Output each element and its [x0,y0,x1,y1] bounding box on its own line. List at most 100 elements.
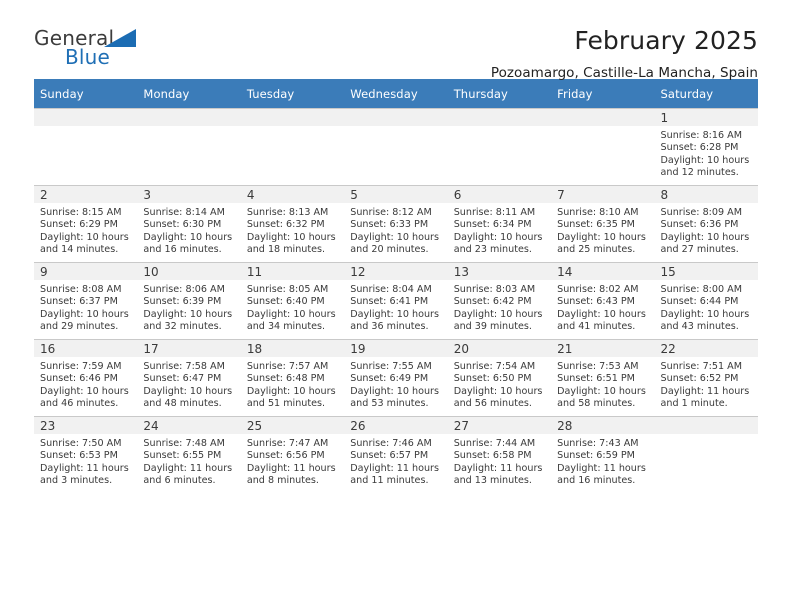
sunrise-text: Sunrise: 8:09 AM [660,207,743,218]
sunset-text: Sunset: 6:40 PM [246,296,325,308]
calendar-day-cell[interactable]: 11 Sunrise: 8:05 AM Sunset: 6:40 PM Dayligh… [240,262,345,340]
calendar-day-cell[interactable]: 12 Sunrise: 8:04 AM Sunset: 6:41 PM Dayligh… [344,262,448,340]
daylight-text: Daylight: 10 hours and 16 minutes. [143,231,233,256]
calendar-day-cell[interactable]: 1 Sunrise: 8:16 AM Sunset: 6:28 PM Daylight… [654,108,758,186]
calendar-week-row: 1 Sunrise: 8:16 AM Sunset: 6:28 PM Daylight… [34,108,758,186]
day-number: 21 [551,340,655,357]
sunrise-text: Sunrise: 7:57 AM [246,361,329,372]
calendar-day-cell[interactable]: 28 Sunrise: 7:43 AM Sunset: 6:59 PM Dayligh… [551,416,655,493]
calendar-day-cell[interactable]: 22 Sunrise: 7:51 AM Sunset: 6:52 PM Dayligh… [654,339,758,417]
calendar-day-cell[interactable]: 2 Sunrise: 8:15 AM Sunset: 6:29 PM Daylight… [34,185,138,263]
daylight-text: Daylight: 10 hours and 25 minutes. [557,231,646,256]
day-details: Sunrise: 7:54 AM Sunset: 6:50 PM Daylight:… [448,357,551,411]
calendar-day-cell[interactable]: 16 Sunrise: 7:59 AM Sunset: 6:46 PM Dayligh… [34,339,138,417]
sunrise-text: Sunrise: 8:03 AM [453,284,536,295]
calendar-day-cell[interactable]: 14 Sunrise: 8:02 AM Sunset: 6:43 PM Dayligh… [551,262,655,340]
day-details: Sunrise: 8:05 AM Sunset: 6:40 PM Daylight:… [241,280,344,334]
day-number: 13 [447,263,552,280]
sunset-text: Sunset: 6:37 PM [40,296,118,308]
daylight-text: Daylight: 11 hours and 1 minute. [660,385,750,410]
day-details: Sunrise: 8:00 AM Sunset: 6:44 PM Daylight:… [655,280,758,334]
sunset-text: Sunset: 6:49 PM [350,373,429,385]
weekday-header-sunday: Sunday [34,79,138,109]
calendar-day-cell[interactable]: 20 Sunrise: 7:54 AM Sunset: 6:50 PM Dayligh… [447,339,552,417]
daylight-text: Daylight: 10 hours and 46 minutes. [40,385,129,410]
calendar-day-cell[interactable]: 7 Sunrise: 8:10 AM Sunset: 6:35 PM Daylight… [551,185,655,263]
sunrise-text: Sunrise: 8:00 AM [660,284,743,295]
calendar-day-cell[interactable]: 8 Sunrise: 8:09 AM Sunset: 6:36 PM Daylight… [654,185,758,263]
calendar-body: 1 Sunrise: 8:16 AM Sunset: 6:28 PM Daylight… [34,108,758,493]
day-number: 4 [240,186,345,203]
sunrise-text: Sunrise: 7:54 AM [453,361,536,372]
day-number: 17 [137,340,241,357]
daylight-text: Daylight: 11 hours and 13 minutes. [453,462,543,487]
sunrise-text: Sunrise: 7:53 AM [557,361,639,372]
sunrise-text: Sunrise: 8:14 AM [143,207,225,218]
sunrise-text: Sunrise: 7:43 AM [557,438,639,449]
weekday-header-thursday: Thursday [447,79,552,109]
calendar-day-cell[interactable]: 10 Sunrise: 8:06 AM Sunset: 6:39 PM Dayligh… [137,262,241,340]
calendar-week-row: 9 Sunrise: 8:08 AM Sunset: 6:37 PM Daylight… [34,262,758,340]
day-number: 12 [344,263,448,280]
calendar-day-cell[interactable]: 21 Sunrise: 7:53 AM Sunset: 6:51 PM Dayligh… [551,339,655,417]
sunrise-text: Sunrise: 8:04 AM [350,284,432,295]
calendar-day-cell[interactable]: 19 Sunrise: 7:55 AM Sunset: 6:49 PM Dayligh… [344,339,448,417]
daylight-text: Daylight: 11 hours and 16 minutes. [557,462,646,487]
daylight-text: Daylight: 10 hours and 36 minutes. [350,308,439,333]
day-details: Sunrise: 8:11 AM Sunset: 6:34 PM Daylight:… [448,203,551,257]
sunrise-text: Sunrise: 7:47 AM [246,438,329,449]
calendar-day-cell[interactable]: 6 Sunrise: 8:11 AM Sunset: 6:34 PM Daylight… [447,185,552,263]
daylight-text: Daylight: 10 hours and 27 minutes. [660,231,750,256]
calendar-day-cell-empty [34,108,138,186]
daylight-text: Daylight: 10 hours and 12 minutes. [660,154,750,179]
calendar-day-cell[interactable]: 9 Sunrise: 8:08 AM Sunset: 6:37 PM Daylight… [34,262,138,340]
day-number: 26 [344,417,448,434]
calendar-day-cell[interactable]: 25 Sunrise: 7:47 AM Sunset: 6:56 PM Dayligh… [240,416,345,493]
sunrise-text: Sunrise: 8:15 AM [40,207,122,218]
calendar-page: General Blue February 2025 Pozoamargo, C… [0,0,792,612]
calendar-day-cell[interactable]: 4 Sunrise: 8:13 AM Sunset: 6:32 PM Daylight… [240,185,345,263]
sunrise-text: Sunrise: 7:46 AM [350,438,432,449]
daylight-text: Daylight: 11 hours and 3 minutes. [40,462,129,487]
sunset-text: Sunset: 6:36 PM [660,219,739,231]
calendar-day-cell[interactable]: 5 Sunrise: 8:12 AM Sunset: 6:33 PM Daylight… [344,185,448,263]
day-number: 6 [447,186,552,203]
calendar-day-cell[interactable]: 23 Sunrise: 7:50 AM Sunset: 6:53 PM Dayligh… [34,416,138,493]
sunset-text: Sunset: 6:56 PM [246,450,325,462]
calendar-day-cell[interactable]: 26 Sunrise: 7:46 AM Sunset: 6:57 PM Dayligh… [344,416,448,493]
daylight-text: Daylight: 10 hours and 32 minutes. [143,308,233,333]
day-number [551,109,655,126]
sunset-text: Sunset: 6:32 PM [246,219,325,231]
calendar-day-cell[interactable]: 17 Sunrise: 7:58 AM Sunset: 6:47 PM Dayligh… [137,339,241,417]
daylight-text: Daylight: 10 hours and 58 minutes. [557,385,646,410]
calendar-day-cell[interactable]: 24 Sunrise: 7:48 AM Sunset: 6:55 PM Dayligh… [137,416,241,493]
daylight-text: Daylight: 10 hours and 51 minutes. [246,385,336,410]
day-details: Sunrise: 8:09 AM Sunset: 6:36 PM Daylight:… [655,203,758,257]
day-number: 9 [34,263,138,280]
daylight-text: Daylight: 10 hours and 23 minutes. [453,231,543,256]
calendar-day-cell-empty [551,108,655,186]
day-number: 27 [447,417,552,434]
day-details: Sunrise: 7:53 AM Sunset: 6:51 PM Daylight:… [551,357,654,411]
day-details: Sunrise: 8:10 AM Sunset: 6:35 PM Daylight:… [551,203,654,257]
sunset-text: Sunset: 6:57 PM [350,450,429,462]
day-details [655,434,758,438]
day-number: 23 [34,417,138,434]
day-number: 16 [34,340,138,357]
day-number [447,109,552,126]
sunset-text: Sunset: 6:55 PM [143,450,222,462]
day-number [34,109,138,126]
daylight-text: Daylight: 10 hours and 29 minutes. [40,308,129,333]
weekday-header-wednesday: Wednesday [344,79,448,109]
day-number: 15 [654,263,758,280]
calendar-day-cell[interactable]: 3 Sunrise: 8:14 AM Sunset: 6:30 PM Daylight… [137,185,241,263]
calendar-day-cell[interactable]: 18 Sunrise: 7:57 AM Sunset: 6:48 PM Dayligh… [240,339,345,417]
calendar-week-row: 23 Sunrise: 7:50 AM Sunset: 6:53 PM Dayligh… [34,416,758,493]
calendar-day-cell[interactable]: 15 Sunrise: 8:00 AM Sunset: 6:44 PM Dayligh… [654,262,758,340]
sunset-text: Sunset: 6:42 PM [453,296,532,308]
day-details [241,126,344,130]
day-details: Sunrise: 7:46 AM Sunset: 6:57 PM Daylight:… [344,434,447,488]
calendar-day-cell[interactable]: 13 Sunrise: 8:03 AM Sunset: 6:42 PM Dayligh… [447,262,552,340]
day-number: 3 [137,186,241,203]
calendar-day-cell[interactable]: 27 Sunrise: 7:44 AM Sunset: 6:58 PM Dayligh… [447,416,552,493]
